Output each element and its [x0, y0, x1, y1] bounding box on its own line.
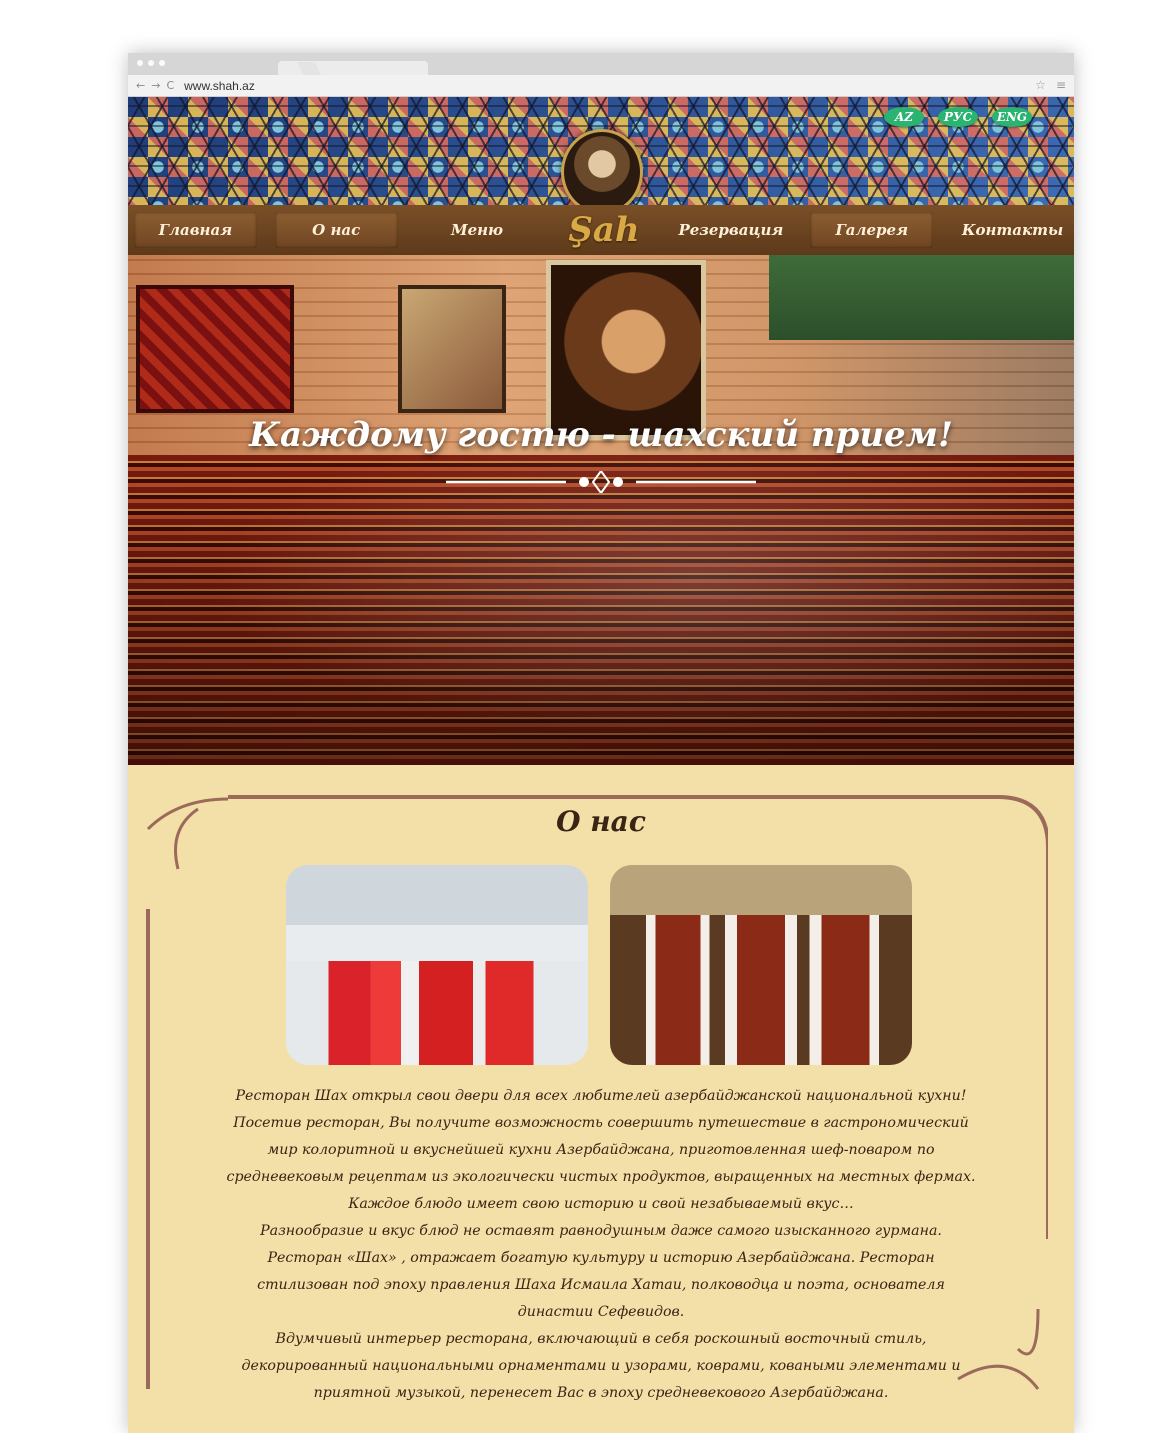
site-logo[interactable]: Şah — [556, 205, 651, 255]
about-line: Ресторан Шах открыл свои двери для всех … — [235, 1088, 967, 1104]
about-line: мир колоритной и вкуснейшей кухни Азерба… — [267, 1142, 935, 1158]
browser-titlebar — [128, 53, 1074, 75]
hero-tables-image — [128, 455, 1074, 765]
main-nav: Главная О нас Меню Şah Резервация Галере… — [128, 205, 1074, 255]
menu-icon[interactable]: ≡ — [1056, 78, 1066, 92]
browser-nav: ← → C — [136, 79, 174, 92]
about-line: Посетив ресторан, Вы получите возможност… — [233, 1115, 969, 1131]
about-line: Вдумчивый интерьер ресторана, включающий… — [275, 1331, 927, 1347]
lang-az-button[interactable]: AZ — [884, 107, 924, 127]
window-dot[interactable] — [148, 60, 154, 66]
about-line: средневековым рецептам из экологически ч… — [226, 1169, 976, 1185]
back-icon[interactable]: ← — [136, 79, 145, 92]
hero-rug-image — [136, 285, 294, 413]
nav-menu[interactable]: Меню — [416, 212, 539, 248]
nav-about[interactable]: О нас — [274, 212, 398, 248]
nav-contacts[interactable]: Контакты — [951, 212, 1074, 248]
site-header: AZ РУС ENG — [128, 97, 1074, 205]
lang-en-button[interactable]: ENG — [992, 107, 1032, 127]
about-section: О нас Ресторан Шах открыл свои двери для… — [128, 765, 1074, 1433]
address-bar: ← → C www.shah.az ☆ ≡ — [128, 75, 1074, 97]
url-field[interactable]: www.shah.az — [184, 79, 255, 93]
about-line: династии Сефевидов. — [517, 1304, 685, 1320]
about-line: декорированный национальными орнаментами… — [241, 1358, 961, 1374]
about-text: Ресторан Шах открыл свои двери для всех … — [218, 1083, 984, 1407]
about-line: Ресторан «Шах» , отражает богатую культу… — [267, 1250, 935, 1266]
nav-gallery[interactable]: Галерея — [810, 212, 934, 248]
hero-painting-image — [398, 285, 506, 413]
hero-title: Каждому гостю - шахский прием! — [249, 415, 953, 455]
hero-banner: Каждому гостю - шахский прием! — [128, 255, 1074, 765]
about-line: стилизован под эпоху правления Шаха Исма… — [257, 1277, 945, 1293]
browser-tools: ☆ ≡ — [1035, 78, 1066, 92]
window-dot[interactable] — [137, 60, 143, 66]
reload-icon[interactable]: C — [166, 79, 174, 92]
hero-shah-painting-image — [546, 260, 706, 440]
bookmark-star-icon[interactable]: ☆ — [1035, 78, 1046, 92]
chefs-photo — [286, 865, 588, 1065]
shah-portrait-logo[interactable] — [561, 129, 643, 205]
browser-window: ← → C www.shah.az ☆ ≡ AZ РУС ENG Главная… — [128, 53, 1074, 1433]
nav-reservation[interactable]: Резервация — [670, 212, 793, 248]
hero-curtain-image — [769, 255, 1074, 340]
forward-icon[interactable]: → — [151, 79, 160, 92]
waiters-photo — [610, 865, 912, 1065]
window-controls — [137, 60, 165, 66]
about-line: приятной музыкой, перенесет Вас в эпоху … — [313, 1385, 889, 1401]
about-line: Разнообразие и вкус блюд не оставят равн… — [260, 1223, 942, 1239]
about-line: Каждое блюдо имеет свою историю и свой н… — [348, 1196, 854, 1212]
hero-divider-ornament — [446, 471, 756, 493]
nav-home[interactable]: Главная — [134, 212, 257, 248]
lang-ru-button[interactable]: РУС — [938, 107, 978, 127]
about-title: О нас — [556, 805, 646, 838]
language-switcher: AZ РУС ENG — [884, 107, 1032, 127]
window-dot[interactable] — [159, 60, 165, 66]
